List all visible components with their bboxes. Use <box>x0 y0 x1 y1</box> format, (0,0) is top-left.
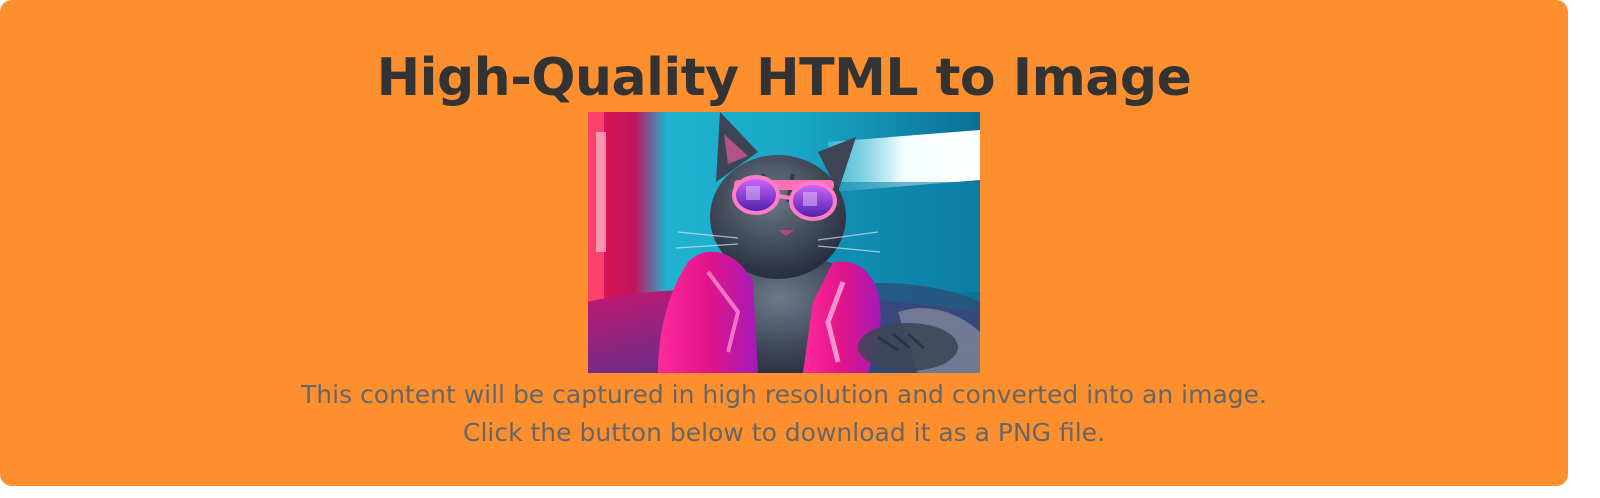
description: This content will be captured in high re… <box>0 376 1568 452</box>
description-line-2: Click the button below to download it as… <box>462 418 1106 447</box>
capture-card: High-Quality HTML to Image This content … <box>0 0 1568 486</box>
description-line-1: This content will be captured in high re… <box>301 380 1267 409</box>
page-title: High-Quality HTML to Image <box>376 48 1192 108</box>
cat-photo <box>588 112 980 373</box>
